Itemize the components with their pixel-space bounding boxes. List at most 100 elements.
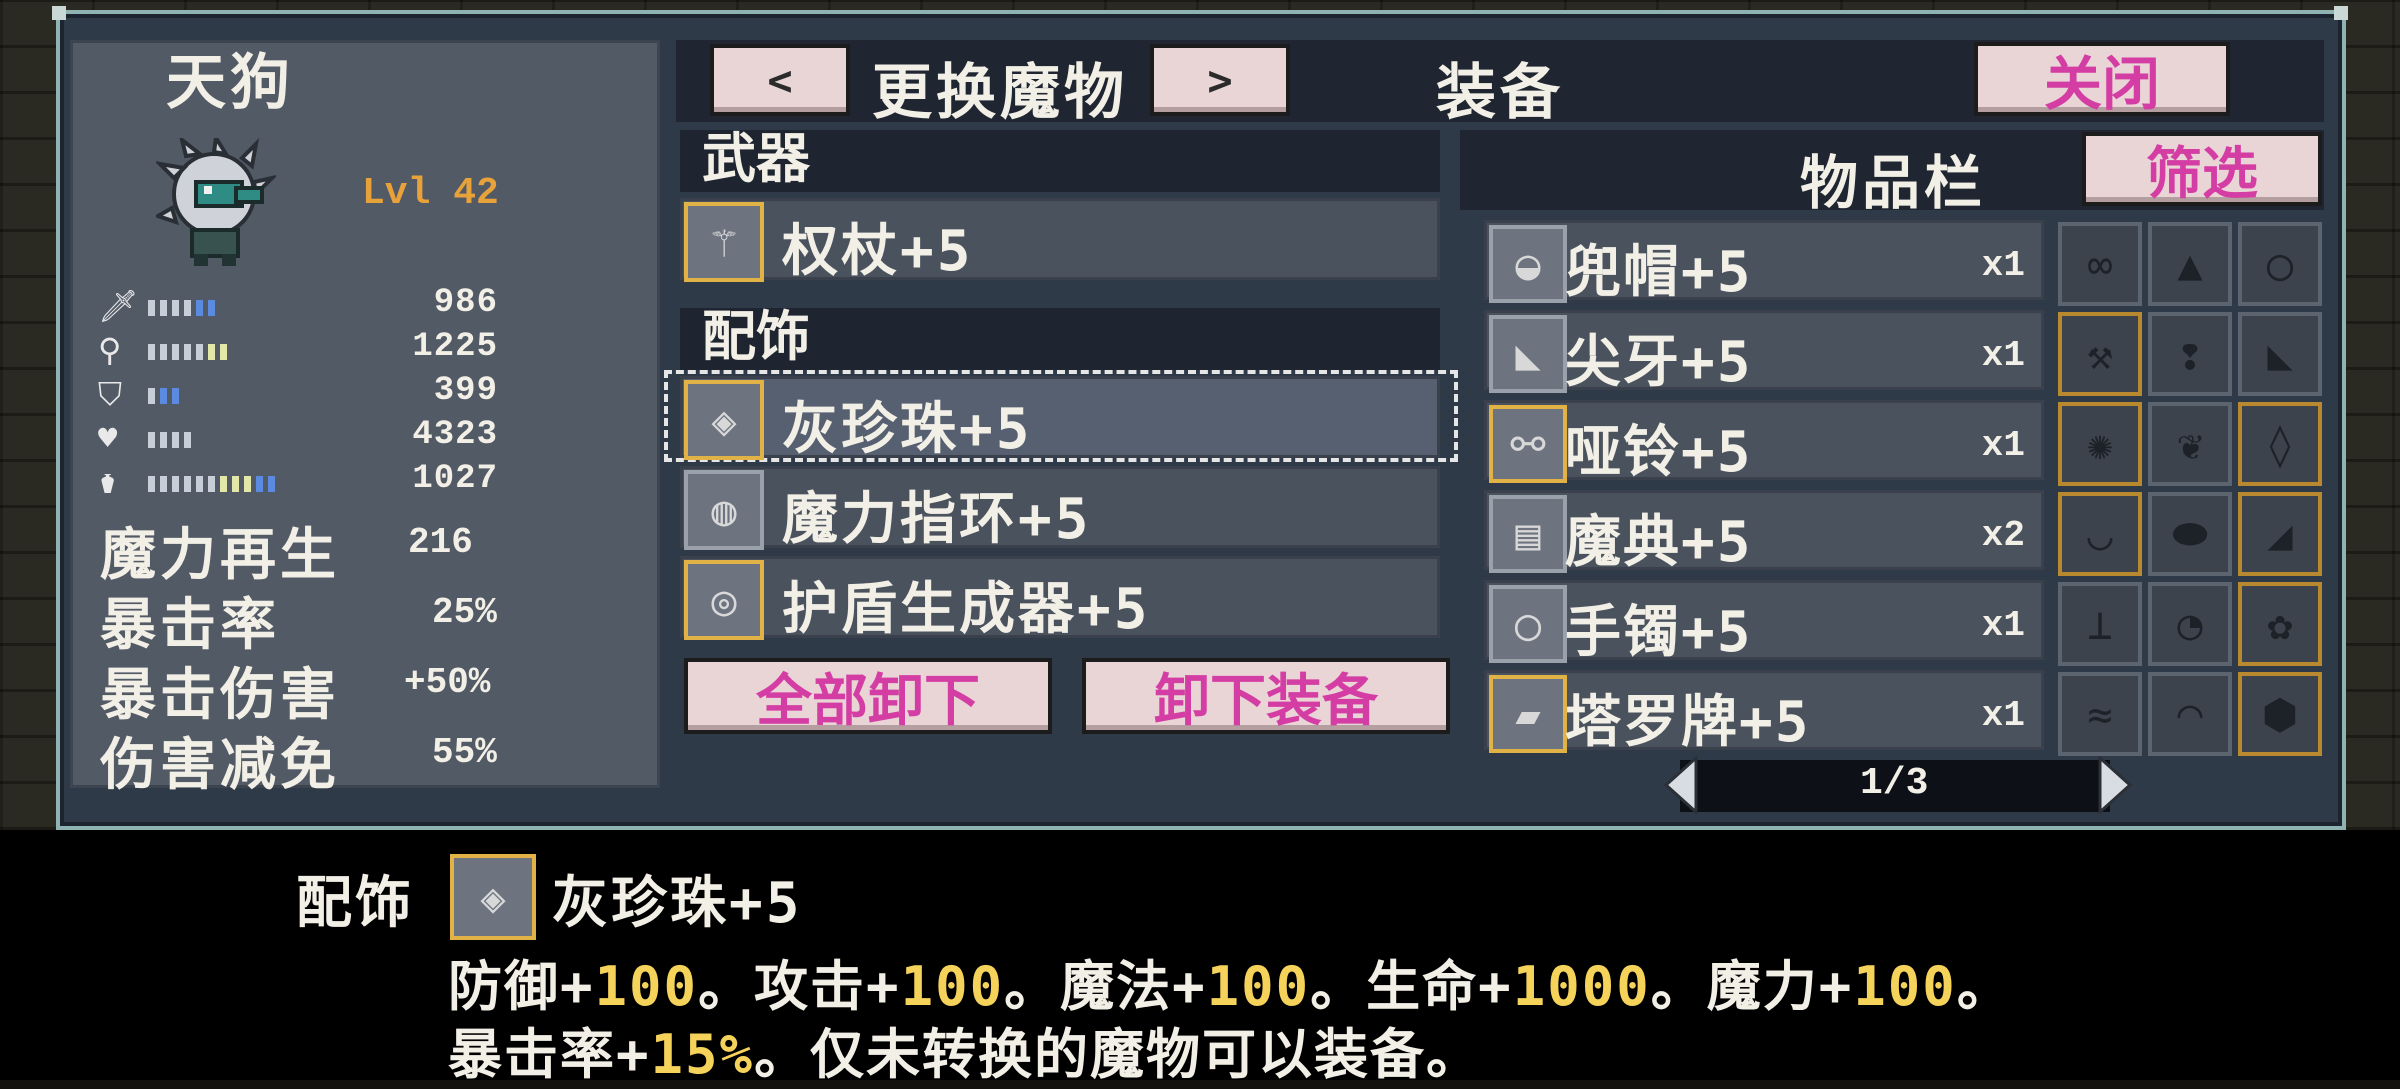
stat-bonus-value: 100 — [900, 955, 1005, 1018]
pearl-icon: ◈ — [684, 380, 764, 460]
stat-mana-regen-value: 216 — [408, 522, 473, 563]
stat-crit-rate-value: 25% — [432, 592, 497, 633]
stat-bar — [148, 432, 196, 448]
inventory-item[interactable]: ◣ 尖牙+5 x1 — [1484, 310, 2044, 395]
inventory-item-name: 魔典+5 — [1565, 510, 1753, 575]
sun-emblem-icon[interactable]: ✺ — [2058, 402, 2142, 486]
candy-icon[interactable]: ⬬ — [2148, 492, 2232, 576]
shield-generator-icon: ◎ — [684, 560, 764, 640]
stat-crit-rate-label: 暴击率 — [100, 593, 280, 658]
inventory-item[interactable]: ⚯ 哑铃+5 x1 — [1484, 400, 2044, 485]
wing-icon[interactable]: ◔ — [2148, 582, 2232, 666]
dome-icon[interactable]: ◠ — [2148, 672, 2232, 756]
monster-name: 天狗 — [166, 48, 294, 118]
inventory-title: 物品栏 — [1800, 149, 1987, 217]
stat-attack-value: 986 — [433, 284, 498, 322]
scarf-icon[interactable]: ≈ — [2058, 672, 2142, 756]
weapon-name: 权杖+5 — [782, 219, 974, 284]
accessory-name: 灰珍珠+5 — [782, 397, 1033, 462]
necklace-icon[interactable]: ◡ — [2058, 492, 2142, 576]
pearl-icon: ◈ — [450, 854, 536, 940]
inventory-item[interactable]: ▰ 塔罗牌+5 x1 — [1484, 670, 2044, 755]
ring-chain-icon[interactable]: ∞ — [2058, 222, 2142, 306]
flower-icon[interactable]: ✿ — [2238, 582, 2322, 666]
description-text: 。攻击+ — [698, 955, 901, 1018]
ring-icon: ◍ — [684, 470, 764, 550]
cube-icon[interactable]: ⬢ — [2238, 672, 2322, 756]
description-text: 。魔法+ — [1004, 955, 1207, 1018]
monster-sprite — [156, 138, 276, 266]
stat-bonus-value: 15% — [650, 1023, 755, 1086]
wand-icon: ⚲ — [98, 331, 122, 369]
next-page-arrow-icon[interactable] — [2098, 756, 2132, 814]
description-text: 暴击率+ — [448, 1023, 651, 1086]
dumbbell-icon: ⚯ — [1489, 405, 1567, 483]
stat-mana-row: ⚱ 1027 — [98, 460, 498, 500]
description-item-name: 灰珍珠+5 — [552, 871, 803, 936]
tome-icon: ▤ — [1489, 495, 1567, 573]
unequip-button[interactable]: 卸下装备 — [1082, 658, 1450, 734]
inventory-item-name: 哑铃+5 — [1565, 420, 1753, 485]
sword-icon: 🗡 — [98, 287, 139, 325]
description-line-2: 暴击率+15%。仅未转换的魔物可以装备。 — [448, 1010, 1482, 1089]
stat-bonus-value: 100 — [1206, 955, 1311, 1018]
inventory-item-qty: x1 — [1981, 425, 2025, 466]
next-monster-button[interactable]: > — [1150, 44, 1290, 116]
stat-crit-damage-label: 暴击伤害 — [100, 663, 340, 728]
stat-bonus-value: 100 — [1853, 955, 1957, 1018]
stat-attack-row: 🗡 986 — [98, 284, 498, 324]
inventory-item-name: 尖牙+5 — [1565, 330, 1753, 395]
description-text: 。生命+ — [1310, 955, 1513, 1018]
switch-monster-label: 更换魔物 — [872, 58, 1128, 128]
description-text: 防御+ — [448, 955, 595, 1018]
feather-icon[interactable]: ❦ — [2148, 402, 2232, 486]
inventory-item-name: 塔罗牌+5 — [1565, 690, 1811, 755]
bracelet-icon: ◯ — [1489, 585, 1567, 663]
heart-icon: ♥ — [98, 419, 118, 457]
inventory-item-qty: x1 — [1981, 695, 2025, 736]
description-text: 。仅未转换的魔物可以装备。 — [754, 1023, 1483, 1086]
filter-button[interactable]: 筛选 — [2082, 132, 2322, 207]
fang-icon: ◣ — [1489, 315, 1567, 393]
stat-damage-reduction-value: 55% — [432, 732, 497, 773]
stat-bar — [148, 476, 280, 492]
window-corner — [2334, 6, 2348, 20]
hammer-icon[interactable]: ⚒ — [2058, 312, 2142, 396]
claw-icon[interactable]: ◣ — [2238, 312, 2322, 396]
inventory-item-qty: x2 — [1981, 515, 2025, 556]
inventory-item[interactable]: ◒ 兜帽+5 x1 — [1484, 220, 2044, 305]
unequip-all-button[interactable]: 全部卸下 — [684, 658, 1052, 734]
inventory-item-qty: x1 — [1981, 245, 2025, 286]
inventory-item[interactable]: ◯ 手镯+5 x1 — [1484, 580, 2044, 665]
wizard-hat-icon[interactable]: ▲ — [2148, 222, 2232, 306]
stat-bar — [148, 388, 184, 404]
stat-magic-value: 1225 — [412, 328, 498, 366]
stat-mana-value: 1027 — [412, 460, 498, 498]
drop-icon[interactable]: ◊ — [2238, 402, 2322, 486]
tarot-icon: ▰ — [1489, 675, 1567, 753]
stat-crit-damage-value: +50% — [404, 662, 491, 703]
anvil-icon[interactable]: ⊥ — [2058, 582, 2142, 666]
stat-defense-row: ⛉ 399 — [98, 372, 498, 412]
scepter-icon: ⚚ — [684, 202, 764, 282]
close-button[interactable]: 关闭 — [1974, 42, 2230, 118]
prev-monster-button[interactable]: < — [710, 44, 850, 116]
accessory-name: 护盾生成器+5 — [782, 577, 1151, 642]
stat-health-row: ♥ 4323 — [98, 416, 498, 456]
prev-page-arrow-icon[interactable] — [1664, 756, 1698, 814]
stat-damage-reduction-label: 伤害减免 — [100, 733, 340, 798]
stat-bar — [148, 344, 232, 360]
bone-icon[interactable]: ❢ — [2148, 312, 2232, 396]
page-indicator: 1/3 — [1860, 762, 1929, 805]
stat-health-value: 4323 — [412, 416, 498, 454]
boot-icon[interactable]: ◢ — [2238, 492, 2322, 576]
accessory-section-title: 配饰 — [680, 308, 1440, 370]
inventory-item-name: 兜帽+5 — [1565, 240, 1753, 305]
stat-bonus-value: 100 — [594, 955, 699, 1018]
shield-icon: ⛉ — [98, 375, 123, 413]
accessory-name: 魔力指环+5 — [782, 487, 1092, 552]
ring-icon[interactable]: ◯ — [2238, 222, 2322, 306]
equipment-title: 装备 — [1436, 58, 1564, 128]
inventory-item[interactable]: ▤ 魔典+5 x2 — [1484, 490, 2044, 575]
window-corner — [52, 6, 66, 20]
